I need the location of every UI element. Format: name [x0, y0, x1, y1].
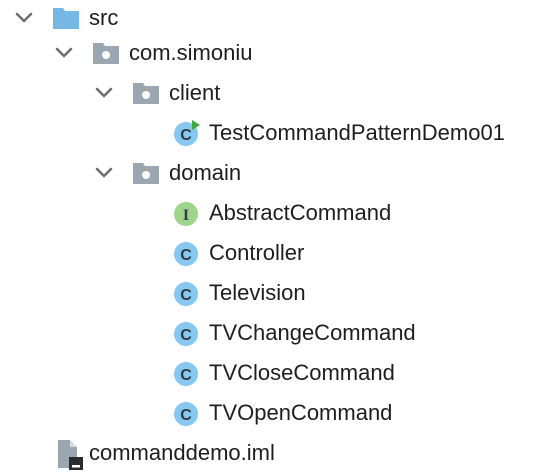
tree-node-interface[interactable]: I AbstractCommand [0, 195, 557, 235]
project-tree: src com.simoniu client C TestCommandPatt… [0, 0, 557, 474]
iml-file-icon [58, 440, 83, 470]
tree-node-label: client [169, 80, 221, 105]
interface-icon: I [174, 202, 198, 226]
class-icon: C [174, 362, 198, 386]
class-glyph: C [180, 247, 192, 264]
interface-glyph: I [183, 207, 189, 224]
tree-node-label: src [89, 5, 119, 30]
tree-node-class[interactable]: C TestCommandPatternDemo01 [0, 115, 557, 155]
tree-node-label: TVChangeCommand [209, 320, 416, 345]
chevron-down-icon[interactable] [13, 7, 35, 29]
class-glyph: C [180, 127, 192, 144]
tree-node-label: TVCloseCommand [209, 360, 395, 385]
tree-node-class[interactable]: C Television [0, 275, 557, 315]
chevron-down-icon[interactable] [53, 42, 75, 64]
chevron-down-icon[interactable] [93, 82, 115, 104]
tree-node-client[interactable]: client [0, 75, 557, 115]
tree-node-file[interactable]: commanddemo.iml [0, 435, 557, 475]
class-glyph: C [180, 407, 192, 424]
tree-node-label: commanddemo.iml [89, 440, 275, 465]
tree-node-class[interactable]: C TVChangeCommand [0, 315, 557, 355]
tree-node-label: com.simoniu [129, 40, 253, 65]
class-icon: C [174, 242, 198, 266]
tree-node-src[interactable]: src [0, 0, 557, 40]
tree-node-class[interactable]: C TVCloseCommand [0, 355, 557, 395]
class-glyph: C [180, 287, 192, 304]
chevron-down-icon[interactable] [93, 162, 115, 184]
package-folder-icon [93, 43, 119, 64]
tree-node-label: AbstractCommand [209, 200, 392, 225]
class-glyph: C [180, 367, 192, 384]
source-folder-icon [53, 8, 79, 29]
package-folder-icon [133, 83, 159, 104]
class-icon: C [174, 402, 198, 426]
tree-node-label: Television [209, 280, 306, 305]
tree-node-label: TVOpenCommand [209, 400, 393, 425]
tree-node-label: Controller [209, 240, 305, 265]
tree-node-class[interactable]: C Controller [0, 235, 557, 275]
tree-node-class[interactable]: C TVOpenCommand [0, 395, 557, 435]
tree-node-label: domain [169, 160, 242, 185]
package-folder-icon [133, 163, 159, 184]
tree-node-label: TestCommandPatternDemo01 [209, 120, 505, 145]
tree-node-domain[interactable]: domain [0, 155, 557, 195]
class-icon: C [174, 282, 198, 306]
tree-node-package[interactable]: com.simoniu [0, 35, 557, 75]
runnable-class-icon: C [174, 120, 200, 146]
class-icon: C [174, 322, 198, 346]
class-glyph: C [180, 327, 192, 344]
